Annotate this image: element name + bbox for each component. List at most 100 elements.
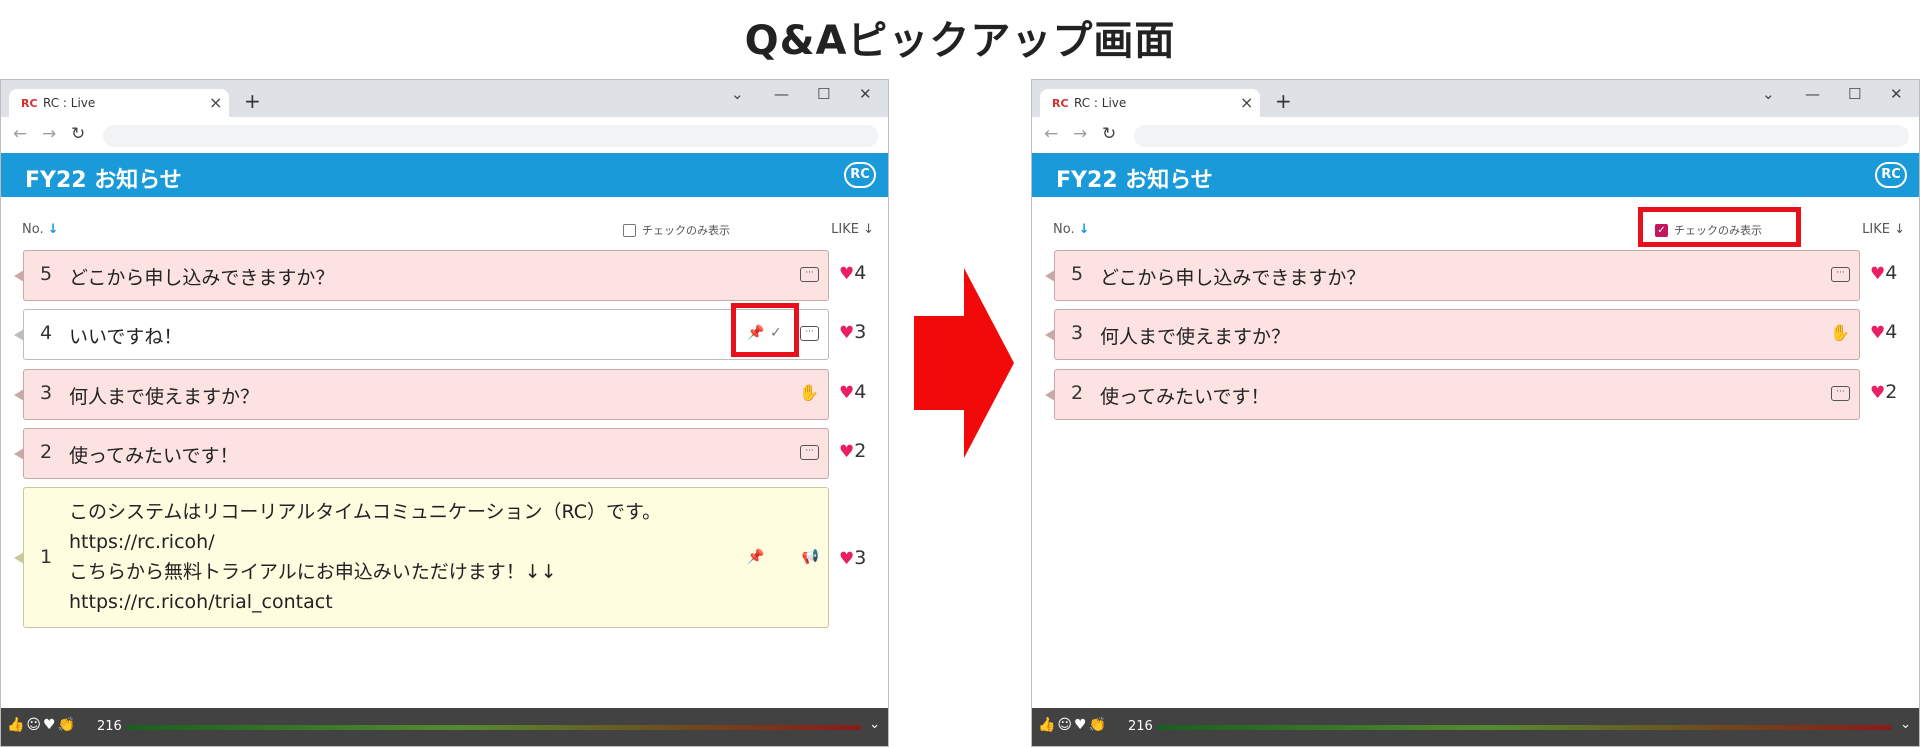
address-bar[interactable] <box>1134 125 1909 147</box>
tab-close-icon[interactable]: × <box>209 93 222 112</box>
qa-card-announcement[interactable]: 1 このシステムはリコーリアルタイムコミュニケーション（RC）です。 https… <box>14 487 829 628</box>
reaction-gauge <box>126 725 861 730</box>
reaction-bar: 👍☺♥👏 216 ⌄ <box>1 708 888 746</box>
hand-icon[interactable]: ✋ <box>1830 323 1850 342</box>
back-icon[interactable]: ← <box>13 124 27 144</box>
qa-list: No. ↓ チェックのみ表示 LIKE ↓ 5 どこから申し込みできますか？ ·… <box>1 197 888 708</box>
comment-icon[interactable]: ··· <box>800 445 819 460</box>
like-count[interactable]: ♥3 <box>839 547 866 569</box>
qa-text: どこから申し込みできますか？ <box>69 267 335 289</box>
sort-by-no[interactable]: No. ↓ <box>22 222 59 237</box>
qa-text: 何人まで使えますか？ <box>69 386 260 408</box>
qa-number: 4 <box>40 322 53 344</box>
qa-card[interactable]: 5 どこから申し込みできますか？ ··· <box>14 250 829 301</box>
comment-icon[interactable]: ··· <box>800 326 819 341</box>
comment-icon[interactable]: ··· <box>800 267 819 282</box>
new-tab-icon[interactable]: + <box>244 89 261 113</box>
like-count[interactable]: ♥4 <box>1870 321 1897 343</box>
like-count[interactable]: ♥2 <box>839 440 866 462</box>
qa-number: 3 <box>40 382 53 404</box>
tab-title: RC : Live <box>1074 96 1127 110</box>
like-count[interactable]: ♥4 <box>839 262 866 284</box>
qa-card[interactable]: 3 何人まで使えますか？ ✋ <box>1045 309 1860 360</box>
tab-strip: RC RC : Live × + ⌄ — ☐ ✕ <box>1 80 888 117</box>
qa-number: 5 <box>40 263 53 285</box>
close-window-icon[interactable]: ✕ <box>1890 85 1903 103</box>
reaction-gauge <box>1157 725 1892 730</box>
qa-link[interactable]: https://rc.ricoh/trial_contact <box>69 587 333 617</box>
browser-tab[interactable]: RC RC : Live × <box>1040 89 1260 117</box>
like-number: 4 <box>1885 262 1898 284</box>
qa-text-line: こちらから無料トライアルにお申込みいただけます！↓↓ <box>69 561 557 583</box>
qa-number: 5 <box>1071 263 1084 285</box>
sort-arrow-icon: ↓ <box>863 222 874 237</box>
qa-text: いいですね！ <box>69 326 183 348</box>
qa-card[interactable]: 4 いいですね！ 📌 ✓ ··· <box>14 309 829 360</box>
new-tab-icon[interactable]: + <box>1275 89 1292 113</box>
qa-list: No. ↓ ✓ チェックのみ表示 LIKE ↓ 5 どこから申し込みできますか？ … <box>1032 197 1919 708</box>
browser-window-left: RC RC : Live × + ⌄ — ☐ ✕ ← → ↻ FY22 お知らせ… <box>0 79 889 747</box>
qa-card[interactable]: 3 何人まで使えますか？ ✋ <box>14 369 829 420</box>
check-only-toggle[interactable]: チェックのみ表示 <box>623 219 730 241</box>
qa-text-line: このシステムはリコーリアルタイムコミュニケーション（RC）です。 <box>69 501 662 523</box>
qa-card[interactable]: 2 使ってみたいです！ ··· <box>1045 369 1860 420</box>
comment-icon[interactable]: ··· <box>1831 267 1850 282</box>
reaction-icons[interactable]: 👍☺♥👏 <box>7 717 77 733</box>
maximize-icon[interactable]: ☐ <box>817 85 830 103</box>
heart-icon: ♥ <box>839 442 855 462</box>
like-count[interactable]: ♥4 <box>839 381 866 403</box>
check-only-checkbox[interactable] <box>623 223 636 237</box>
qa-text: 使ってみたいです！ <box>1100 386 1270 408</box>
highlight-box <box>1638 207 1801 247</box>
address-bar[interactable] <box>103 125 878 147</box>
favicon-icon: RC <box>21 97 38 110</box>
qa-number: 3 <box>1071 322 1084 344</box>
minimize-icon[interactable]: — <box>1805 85 1820 103</box>
forward-icon[interactable]: → <box>42 124 56 144</box>
chevron-down-icon[interactable]: ⌄ <box>869 717 880 732</box>
minimize-icon[interactable]: — <box>774 85 789 103</box>
close-window-icon[interactable]: ✕ <box>859 85 872 103</box>
highlight-box <box>731 303 799 357</box>
like-count[interactable]: ♥4 <box>1870 262 1897 284</box>
favicon-icon: RC <box>1052 97 1069 110</box>
reaction-icons[interactable]: 👍☺♥👏 <box>1038 717 1108 733</box>
like-number: 3 <box>854 547 867 569</box>
tab-title: RC : Live <box>43 96 96 110</box>
like-count[interactable]: ♥3 <box>839 321 866 343</box>
browser-window-right: RC RC : Live × + ⌄ — ☐ ✕ ← → ↻ FY22 お知らせ… <box>1031 79 1920 747</box>
maximize-icon[interactable]: ☐ <box>1848 85 1861 103</box>
pin-icon[interactable]: 📌 <box>747 549 764 565</box>
like-count[interactable]: ♥2 <box>1870 381 1897 403</box>
qa-link[interactable]: https://rc.ricoh/ <box>69 527 215 557</box>
tab-strip: RC RC : Live × + ⌄ — ☐ ✕ <box>1032 80 1919 117</box>
qa-text: 使ってみたいです！ <box>69 445 239 467</box>
qa-card[interactable]: 5 どこから申し込みできますか？ ··· <box>1045 250 1860 301</box>
sort-by-no[interactable]: No. ↓ <box>1053 222 1090 237</box>
back-icon[interactable]: ← <box>1044 124 1058 144</box>
reload-icon[interactable]: ↻ <box>1102 124 1116 144</box>
forward-icon[interactable]: → <box>1073 124 1087 144</box>
app-header: FY22 お知らせ RC <box>1032 153 1919 197</box>
rc-logo-icon: RC <box>1875 162 1907 188</box>
comment-icon[interactable]: ··· <box>1831 386 1850 401</box>
browser-toolbar: ← → ↻ <box>1 117 888 153</box>
tab-search-icon[interactable]: ⌄ <box>1762 85 1775 103</box>
heart-icon: ♥ <box>839 323 855 343</box>
tab-search-icon[interactable]: ⌄ <box>731 85 744 103</box>
sort-by-like[interactable]: LIKE ↓ <box>1862 222 1905 237</box>
megaphone-icon[interactable]: 📢 <box>802 549 819 565</box>
browser-tab[interactable]: RC RC : Live × <box>9 89 229 117</box>
reload-icon[interactable]: ↻ <box>71 124 85 144</box>
tab-close-icon[interactable]: × <box>1240 93 1253 112</box>
like-number: 2 <box>1885 381 1898 403</box>
sort-by-like[interactable]: LIKE ↓ <box>831 222 874 237</box>
chevron-down-icon[interactable]: ⌄ <box>1900 717 1911 732</box>
like-number: 4 <box>854 381 867 403</box>
qa-card[interactable]: 2 使ってみたいです！ ··· <box>14 428 829 479</box>
hand-icon[interactable]: ✋ <box>799 383 819 402</box>
qa-number: 1 <box>40 546 53 568</box>
heart-icon: ♥ <box>1870 323 1886 343</box>
heart-icon: ♥ <box>1870 264 1886 284</box>
qa-text: どこから申し込みできますか？ <box>1100 267 1366 289</box>
